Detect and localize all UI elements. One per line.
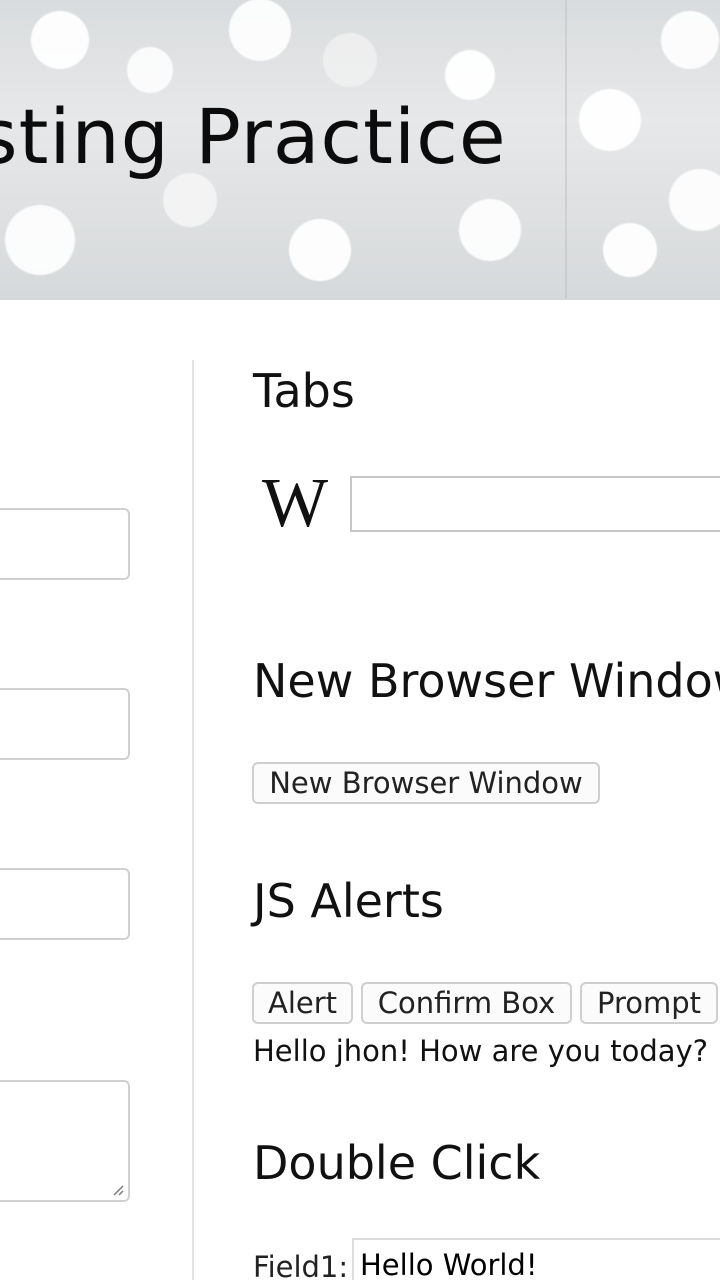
svg-text:W: W (262, 472, 328, 534)
prompt-button[interactable]: Prompt (580, 982, 718, 1024)
banner-seam (565, 0, 567, 298)
tabs-heading: Tabs (253, 364, 355, 418)
name-input[interactable] (0, 508, 130, 580)
phone-input[interactable] (0, 868, 130, 940)
confirm-box-button[interactable]: Confirm Box (361, 982, 572, 1024)
wikipedia-logo-icon[interactable]: W (252, 472, 338, 534)
field1-label: Field1: (253, 1250, 349, 1280)
new-browser-window-heading: New Browser Window (253, 654, 720, 708)
address-textarea[interactable] (0, 1080, 130, 1202)
column-divider (192, 360, 194, 1280)
email-input[interactable] (0, 688, 130, 760)
wikipedia-search-input[interactable] (350, 476, 720, 532)
alert-result-message: Hello jhon! How are you today? (253, 1034, 709, 1068)
header-banner: sting Practice (0, 0, 720, 300)
new-browser-window-button[interactable]: New Browser Window (252, 762, 600, 804)
resize-handle-icon[interactable] (112, 1184, 124, 1196)
page: sting Practice Tabs W New Browser Window… (0, 0, 720, 1280)
alert-button[interactable]: Alert (252, 982, 353, 1024)
page-title: sting Practice (0, 92, 507, 181)
field1-input[interactable]: Hello World! (352, 1238, 720, 1280)
js-alerts-heading: JS Alerts (253, 874, 444, 928)
double-click-heading: Double Click (253, 1136, 541, 1190)
